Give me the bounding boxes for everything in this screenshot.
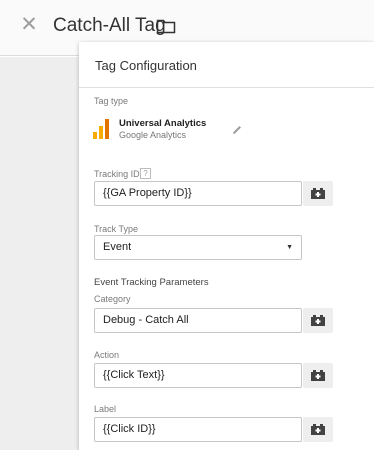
label-label: Label xyxy=(94,404,117,414)
action-input[interactable]: {{Click Text}} xyxy=(94,363,302,388)
caret-down-icon: ▼ xyxy=(286,244,293,251)
tracking-id-input[interactable]: {{GA Property ID}} xyxy=(94,181,302,206)
category-variable-button[interactable] xyxy=(303,308,333,333)
pencil-icon[interactable] xyxy=(231,124,243,136)
tag-name-title[interactable]: Catch-All Tag xyxy=(53,13,166,39)
tag-type-label: Tag type xyxy=(94,96,129,106)
label-input[interactable]: {{Click ID}} xyxy=(94,417,302,442)
variable-icon xyxy=(311,424,325,435)
folder-icon[interactable] xyxy=(156,18,176,34)
variable-icon xyxy=(311,315,325,326)
variable-icon xyxy=(311,188,325,199)
track-type-label: Track Type xyxy=(94,224,139,234)
close-icon[interactable]: ✕ xyxy=(17,13,41,37)
action-label: Action xyxy=(94,350,120,360)
action-variable-button[interactable] xyxy=(303,363,333,388)
event-tracking-heading: Event Tracking Parameters xyxy=(94,277,209,288)
track-type-value: Event xyxy=(103,241,132,253)
label-variable-button[interactable] xyxy=(303,417,333,442)
tag-type-name: Universal Analytics xyxy=(119,118,207,129)
track-type-select[interactable]: Event ▼ xyxy=(94,235,302,260)
tag-type-selector[interactable]: Universal Analytics Google Analytics xyxy=(93,116,263,148)
tracking-id-label: Tracking ID xyxy=(94,169,140,179)
tag-type-provider: Google Analytics xyxy=(119,130,187,140)
category-input[interactable]: Debug - Catch All xyxy=(94,308,302,333)
google-analytics-icon xyxy=(93,119,109,139)
category-label: Category xyxy=(94,294,131,304)
panel-divider xyxy=(79,87,374,88)
left-gutter xyxy=(0,57,79,450)
panel-title: Tag Configuration xyxy=(95,58,197,73)
tag-configuration-panel: Tag Configuration Tag type Universal Ana… xyxy=(79,42,374,450)
variable-icon xyxy=(311,370,325,381)
help-icon[interactable]: ? xyxy=(140,168,151,179)
tracking-id-variable-button[interactable] xyxy=(303,181,333,206)
